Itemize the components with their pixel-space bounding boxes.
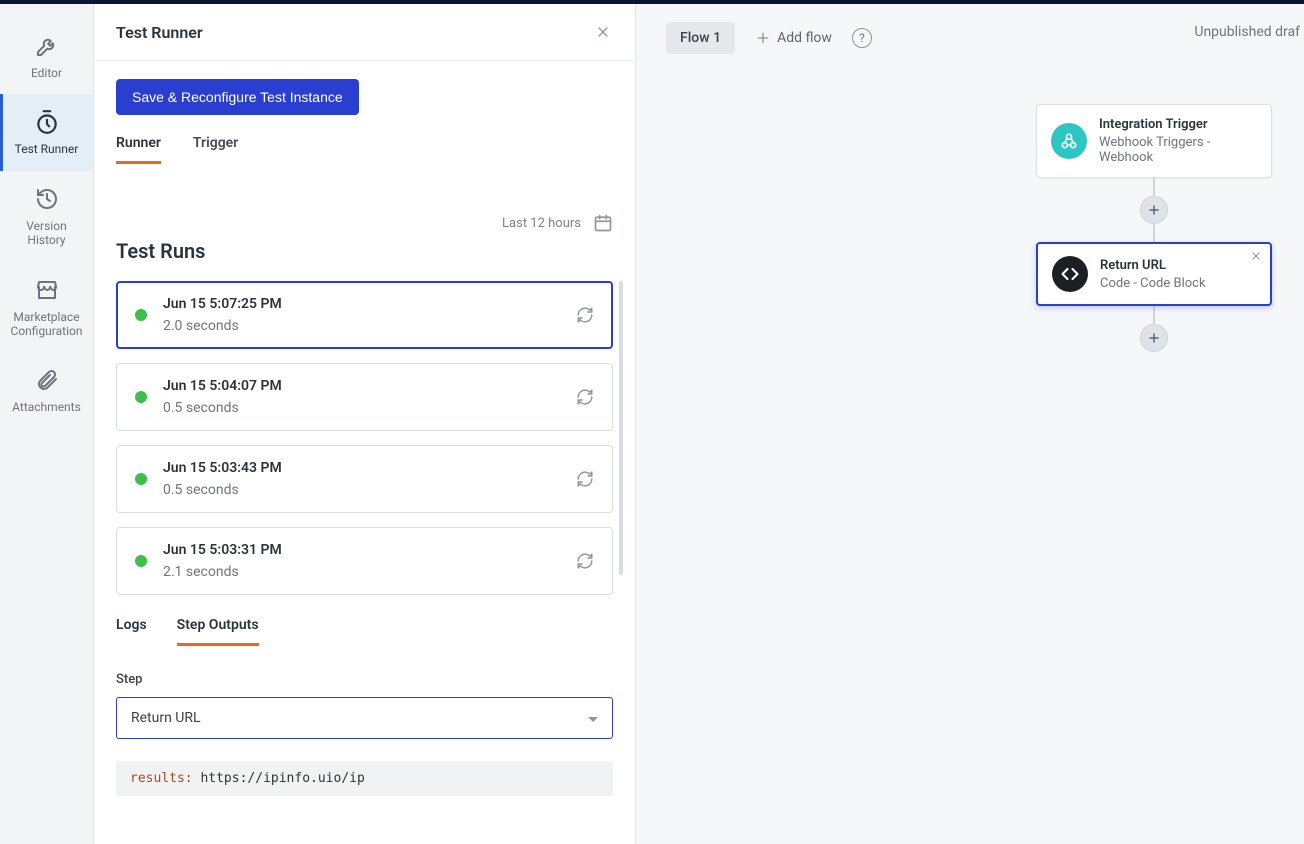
storefront-icon (33, 276, 61, 304)
step-select-value: Return URL (131, 710, 201, 726)
add-flow-button[interactable]: Add flow (755, 30, 832, 46)
results-key: results: (130, 771, 193, 786)
run-duration: 2.1 seconds (163, 564, 560, 580)
panel-body: Save & Reconfigure Test Instance Runner … (94, 61, 635, 844)
status-dot-success-icon (135, 473, 147, 485)
status-dot-success-icon (135, 555, 147, 567)
results-value: https://ipinfo.uio/ip (200, 771, 364, 786)
calendar-icon[interactable] (593, 213, 613, 233)
test-run-item[interactable]: Jun 15 5:03:43 PM 0.5 seconds (116, 445, 613, 513)
sidebar-item-label: Test Runner (15, 142, 79, 156)
webhook-icon (1051, 123, 1087, 159)
add-flow-label: Add flow (777, 30, 832, 46)
close-icon[interactable] (593, 22, 613, 42)
chevron-down-icon (588, 710, 598, 726)
run-list: Jun 15 5:07:25 PM 2.0 seconds Jun 15 5:0… (116, 281, 613, 595)
status-dot-success-icon (135, 391, 147, 403)
sidebar-item-label: Marketplace Configuration (11, 310, 83, 339)
status-dot-success-icon (135, 309, 147, 321)
refresh-icon[interactable] (576, 552, 594, 570)
node-integration-trigger[interactable]: Integration Trigger Webhook Triggers - W… (1036, 104, 1272, 178)
test-run-item[interactable]: Jun 15 5:07:25 PM 2.0 seconds (116, 281, 613, 349)
stopwatch-icon (33, 108, 61, 136)
output-tabs: Logs Step Outputs (116, 617, 613, 646)
step-select[interactable]: Return URL (116, 697, 613, 739)
flow-tab[interactable]: Flow 1 (666, 22, 735, 54)
sidebar-item-label: Attachments (12, 400, 81, 414)
node-text: Return URL Code - Code Block (1100, 258, 1206, 291)
results-output: results: https://ipinfo.uio/ip (116, 761, 613, 796)
wrench-icon (33, 32, 61, 60)
run-timestamp: Jun 15 5:03:31 PM (163, 542, 560, 558)
flow-canvas[interactable]: Flow 1 Add flow ? Unpublished draf Integ… (636, 4, 1304, 844)
paperclip-icon (33, 366, 61, 394)
tab-runner[interactable]: Runner (116, 135, 161, 164)
test-runner-panel: Test Runner Save & Reconfigure Test Inst… (94, 4, 636, 844)
connector (1153, 178, 1155, 196)
node-title: Return URL (1100, 258, 1206, 273)
panel-title: Test Runner (116, 23, 203, 42)
refresh-icon[interactable] (576, 306, 594, 324)
node-subtitle: Code - Code Block (1100, 276, 1206, 291)
plus-icon (755, 30, 771, 46)
app-container: Editor Test Runner Version History Marke… (0, 4, 1304, 844)
scrollbar[interactable] (619, 281, 623, 575)
step-label: Step (116, 672, 613, 687)
close-icon[interactable] (1250, 250, 1262, 262)
run-timestamp: Jun 15 5:03:43 PM (163, 460, 560, 476)
sidebar-item-version-history[interactable]: Version History (0, 171, 93, 262)
run-duration: 0.5 seconds (163, 400, 560, 416)
add-step-button[interactable] (1140, 196, 1168, 224)
test-runs-title: Test Runs (116, 239, 613, 263)
connector (1153, 224, 1155, 242)
sidebar: Editor Test Runner Version History Marke… (0, 4, 94, 844)
help-icon[interactable]: ? (852, 28, 872, 48)
tab-step-outputs[interactable]: Step Outputs (177, 617, 259, 646)
refresh-icon[interactable] (576, 388, 594, 406)
run-text: Jun 15 5:04:07 PM 0.5 seconds (163, 378, 560, 416)
sidebar-item-label: Version History (26, 219, 66, 248)
tab-logs[interactable]: Logs (116, 617, 147, 646)
node-return-url[interactable]: Return URL Code - Code Block (1036, 242, 1272, 306)
time-filter-label: Last 12 hours (502, 216, 581, 231)
run-timestamp: Jun 15 5:07:25 PM (163, 296, 560, 312)
save-reconfigure-button[interactable]: Save & Reconfigure Test Instance (116, 79, 359, 115)
time-filter-row: Last 12 hours (116, 213, 613, 233)
node-title: Integration Trigger (1099, 117, 1257, 132)
sidebar-item-editor[interactable]: Editor (0, 18, 93, 94)
test-run-item[interactable]: Jun 15 5:04:07 PM 0.5 seconds (116, 363, 613, 431)
runner-tabs: Runner Trigger (116, 135, 613, 165)
history-icon (33, 185, 61, 213)
run-duration: 2.0 seconds (163, 318, 560, 334)
connector (1153, 306, 1155, 324)
flow-nodes: Integration Trigger Webhook Triggers - W… (1036, 104, 1272, 352)
run-duration: 0.5 seconds (163, 482, 560, 498)
run-timestamp: Jun 15 5:04:07 PM (163, 378, 560, 394)
refresh-icon[interactable] (576, 470, 594, 488)
sidebar-item-marketplace-config[interactable]: Marketplace Configuration (0, 262, 93, 353)
run-text: Jun 15 5:03:31 PM 2.1 seconds (163, 542, 560, 580)
code-icon (1052, 256, 1088, 292)
node-text: Integration Trigger Webhook Triggers - W… (1099, 117, 1257, 165)
run-text: Jun 15 5:07:25 PM 2.0 seconds (163, 296, 560, 334)
run-text: Jun 15 5:03:43 PM 0.5 seconds (163, 460, 560, 498)
add-step-button[interactable] (1140, 324, 1168, 352)
sidebar-item-label: Editor (31, 66, 62, 80)
draft-status: Unpublished draf (1194, 24, 1304, 40)
panel-header: Test Runner (94, 4, 635, 61)
tab-trigger[interactable]: Trigger (193, 135, 238, 164)
node-subtitle: Webhook Triggers - Webhook (1099, 135, 1257, 165)
sidebar-item-attachments[interactable]: Attachments (0, 352, 93, 428)
sidebar-item-test-runner[interactable]: Test Runner (0, 94, 93, 170)
test-run-item[interactable]: Jun 15 5:03:31 PM 2.1 seconds (116, 527, 613, 595)
